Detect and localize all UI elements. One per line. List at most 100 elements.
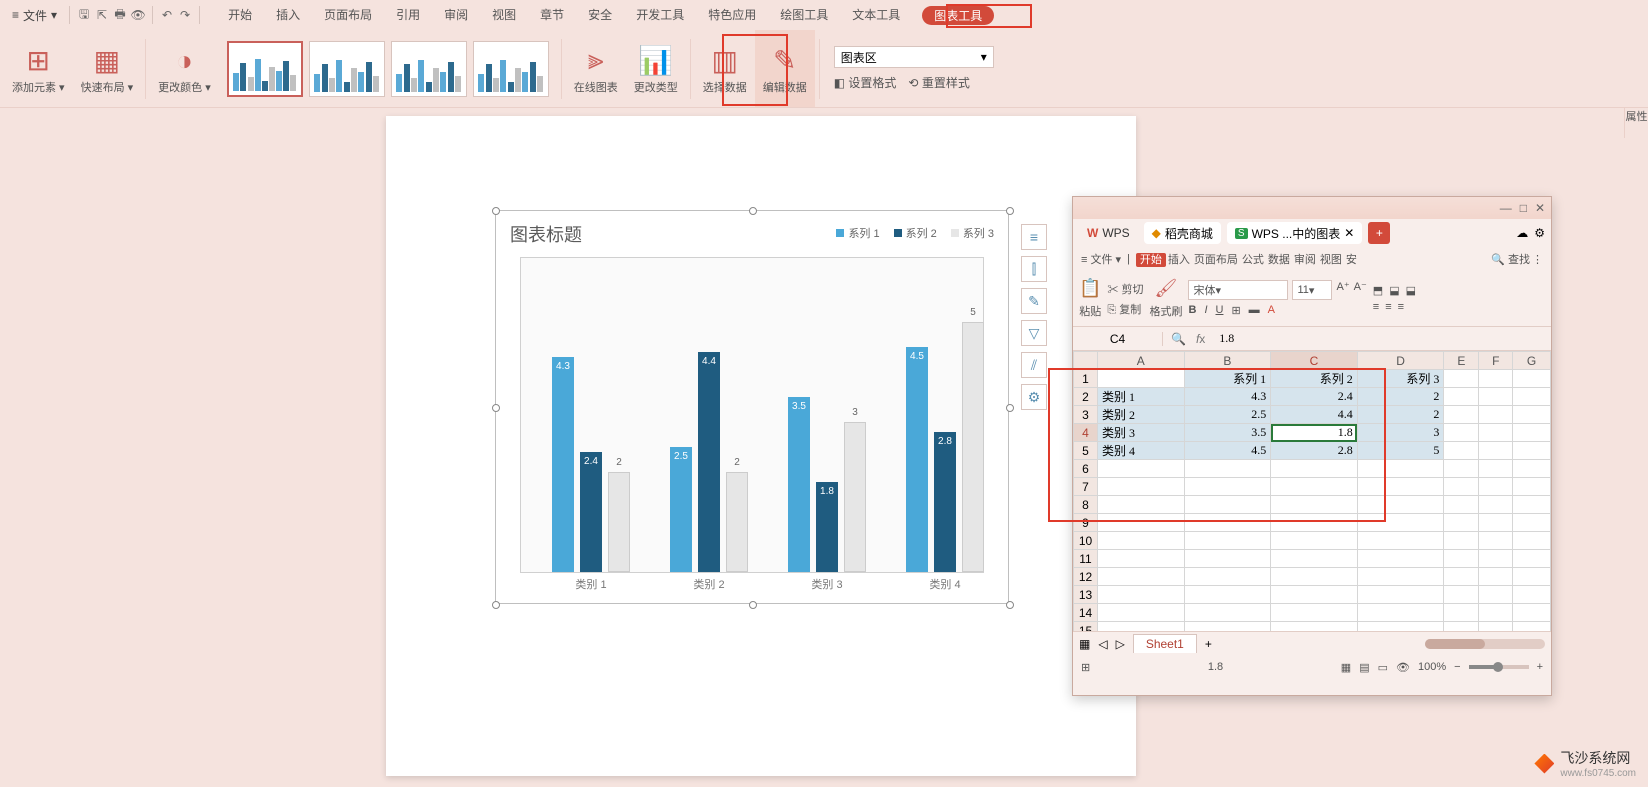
cell[interactable] <box>1271 496 1358 514</box>
align-left-icon[interactable]: ≡ <box>1373 301 1379 313</box>
excel-menu-item[interactable]: 数据 <box>1266 254 1292 266</box>
bar[interactable]: 4.3 <box>552 357 574 572</box>
main-tab[interactable]: 审阅 <box>442 6 470 25</box>
cell[interactable] <box>1357 514 1444 532</box>
cell[interactable] <box>1444 406 1479 424</box>
selection-handle[interactable] <box>492 404 500 412</box>
cell[interactable]: 系列 1 <box>1184 370 1271 388</box>
excel-menu-item[interactable]: 安 <box>1344 254 1359 266</box>
save-icon[interactable]: 🖫 <box>76 7 92 23</box>
cell[interactable] <box>1444 532 1479 550</box>
cell[interactable] <box>1479 622 1513 632</box>
cell[interactable] <box>1513 370 1551 388</box>
cell[interactable]: 2 <box>1357 388 1444 406</box>
legend-item[interactable]: 系列 3 <box>951 225 994 241</box>
format-painter-icon[interactable]: 🖌 <box>1155 278 1178 299</box>
cell[interactable] <box>1271 586 1358 604</box>
reading-view-icon[interactable]: ▭ <box>1378 661 1388 674</box>
eye-icon[interactable]: 👁 <box>1396 661 1410 674</box>
selection-handle[interactable] <box>749 207 757 215</box>
axes-button[interactable]: ⫿ <box>1021 256 1047 282</box>
cell[interactable] <box>1271 604 1358 622</box>
cell[interactable] <box>1444 622 1479 632</box>
cell[interactable]: 系列 2 <box>1271 370 1358 388</box>
print-icon[interactable]: 🖶 <box>112 7 128 23</box>
more-icon[interactable]: ⋮ <box>1532 253 1543 266</box>
underline-button[interactable]: U <box>1216 304 1224 317</box>
font-name-select[interactable]: 宋体 ▾ <box>1188 280 1288 300</box>
chart-style-thumb[interactable] <box>227 41 303 97</box>
bar[interactable]: 2.8 <box>934 432 956 572</box>
cell[interactable]: 类别 4 <box>1098 442 1185 460</box>
sheet-nav-icon[interactable]: ▦ <box>1079 637 1090 651</box>
close-button[interactable]: ✕ <box>1535 201 1545 215</box>
align-middle-icon[interactable]: ⬓ <box>1389 284 1399 297</box>
excel-menu-item[interactable]: 页面布局 <box>1192 254 1240 266</box>
cell[interactable] <box>1357 604 1444 622</box>
row-header[interactable]: 6 <box>1074 460 1098 478</box>
cell[interactable] <box>1444 568 1479 586</box>
cell[interactable] <box>1479 478 1513 496</box>
zoom-out-button[interactable]: − <box>1454 661 1460 673</box>
copy-button[interactable]: ⎘ 复制 <box>1107 301 1143 317</box>
cell[interactable] <box>1513 622 1551 632</box>
bar[interactable]: 4.5 <box>906 347 928 572</box>
bar[interactable]: 1.8 <box>816 482 838 572</box>
selection-handle[interactable] <box>1006 404 1014 412</box>
cell[interactable] <box>1513 406 1551 424</box>
fx-icon[interactable]: 🔍 fx <box>1163 332 1213 346</box>
app-tab-chart-data[interactable]: S WPS ...中的图表 ✕ <box>1227 222 1362 244</box>
selection-handle[interactable] <box>492 601 500 609</box>
align-top-icon[interactable]: ⬒ <box>1373 284 1383 297</box>
cell[interactable] <box>1479 460 1513 478</box>
main-tab[interactable]: 文本工具 <box>850 6 902 25</box>
cell[interactable] <box>1098 370 1185 388</box>
increase-font-icon[interactable]: A⁺ <box>1336 280 1349 300</box>
cell[interactable] <box>1184 460 1271 478</box>
cell[interactable] <box>1444 460 1479 478</box>
cell[interactable] <box>1357 586 1444 604</box>
cell[interactable] <box>1271 622 1358 632</box>
row-header[interactable]: 4 <box>1074 424 1098 442</box>
cell[interactable] <box>1098 532 1185 550</box>
cell[interactable]: 类别 3 <box>1098 424 1185 442</box>
chart-style-thumb[interactable] <box>391 41 467 97</box>
excel-menu-item[interactable]: 审阅 <box>1292 254 1318 266</box>
cell[interactable] <box>1479 514 1513 532</box>
row-header[interactable]: 10 <box>1074 532 1098 550</box>
cell[interactable] <box>1271 514 1358 532</box>
col-header[interactable]: A <box>1098 352 1185 370</box>
bar[interactable]: 2 <box>608 472 630 572</box>
cell[interactable] <box>1357 460 1444 478</box>
more-button[interactable]: ⚙ <box>1021 384 1047 410</box>
col-header[interactable]: F <box>1479 352 1513 370</box>
selection-handle[interactable] <box>1006 207 1014 215</box>
cell[interactable] <box>1479 370 1513 388</box>
decrease-font-icon[interactable]: A⁻ <box>1354 280 1367 300</box>
bar[interactable]: 2.4 <box>580 452 602 572</box>
row-header[interactable]: 3 <box>1074 406 1098 424</box>
cell[interactable] <box>1513 586 1551 604</box>
row-header[interactable]: 12 <box>1074 568 1098 586</box>
view-mode-icon[interactable]: ⊞ <box>1081 661 1090 674</box>
cell[interactable] <box>1357 496 1444 514</box>
prev-sheet-icon[interactable]: ◁ <box>1098 637 1107 651</box>
cell[interactable] <box>1444 604 1479 622</box>
cell[interactable] <box>1479 496 1513 514</box>
align-right-icon[interactable]: ≡ <box>1398 301 1404 313</box>
main-tab[interactable]: 特色应用 <box>706 6 758 25</box>
cell[interactable] <box>1444 586 1479 604</box>
chart-title[interactable]: 图表标题 <box>510 221 582 247</box>
cell[interactable] <box>1098 460 1185 478</box>
col-header[interactable]: G <box>1513 352 1551 370</box>
cell[interactable] <box>1479 424 1513 442</box>
main-tab[interactable]: 章节 <box>538 6 566 25</box>
layout-button[interactable]: ≡ <box>1021 224 1047 250</box>
excel-menu-item[interactable]: 视图 <box>1318 254 1344 266</box>
cell[interactable] <box>1513 550 1551 568</box>
cell[interactable]: 3 <box>1357 424 1444 442</box>
cut-button[interactable]: ✂ 剪切 <box>1107 281 1143 297</box>
cell[interactable]: 4.4 <box>1271 406 1358 424</box>
undo-icon[interactable]: ↶ <box>159 7 175 23</box>
export-icon[interactable]: ⇱ <box>94 7 110 23</box>
